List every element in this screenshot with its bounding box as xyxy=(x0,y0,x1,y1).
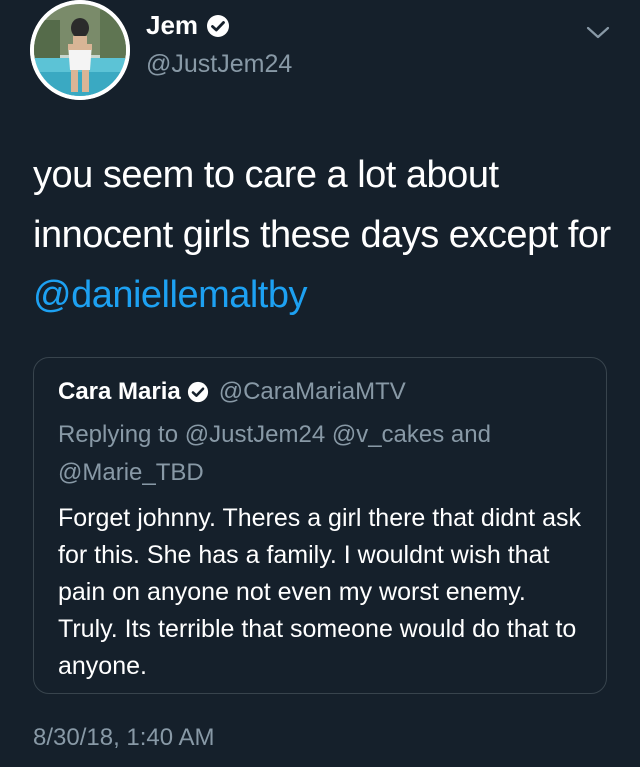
tweet-text-content: you seem to care a lot about innocent gi… xyxy=(33,154,611,256)
tweet-text: you seem to care a lot about innocent gi… xyxy=(33,145,623,325)
avatar-photo xyxy=(30,0,130,100)
avatar[interactable] xyxy=(30,0,130,100)
quote-author-name: Cara Maria xyxy=(58,378,181,405)
quote-author-handle: @CaraMariaMTV xyxy=(218,378,406,405)
quote-body: Forget johnny. Theres a girl there that … xyxy=(58,504,581,680)
replying-to-user-2[interactable]: @v_cakes xyxy=(332,421,444,448)
author-name-row[interactable]: Jem xyxy=(146,10,230,41)
author-handle[interactable]: @JustJem24 xyxy=(146,50,292,79)
tweet-timestamp[interactable]: 8/30/18, 1:40 AM xyxy=(33,724,214,752)
replying-to-line: Replying to @JustJem24 @v_cakes and @Mar… xyxy=(58,416,588,492)
author-display-name[interactable]: Jem xyxy=(146,10,198,41)
replying-to-user-3[interactable]: @Marie_TBD xyxy=(58,459,204,486)
quoted-tweet[interactable]: Cara Maria @CaraMariaMTV Replying to @Ju… xyxy=(33,357,607,694)
mention-link[interactable]: @daniellemaltby xyxy=(33,274,308,316)
replying-to-user-1[interactable]: @JustJem24 xyxy=(185,421,325,448)
replying-to-prefix: Replying to xyxy=(58,421,185,448)
chevron-down-icon[interactable] xyxy=(584,22,612,42)
quote-author-row: Cara Maria @CaraMariaMTV xyxy=(58,378,406,406)
verified-badge-icon xyxy=(187,381,208,403)
replying-to-and: and xyxy=(444,421,491,448)
verified-badge-icon xyxy=(207,14,230,37)
